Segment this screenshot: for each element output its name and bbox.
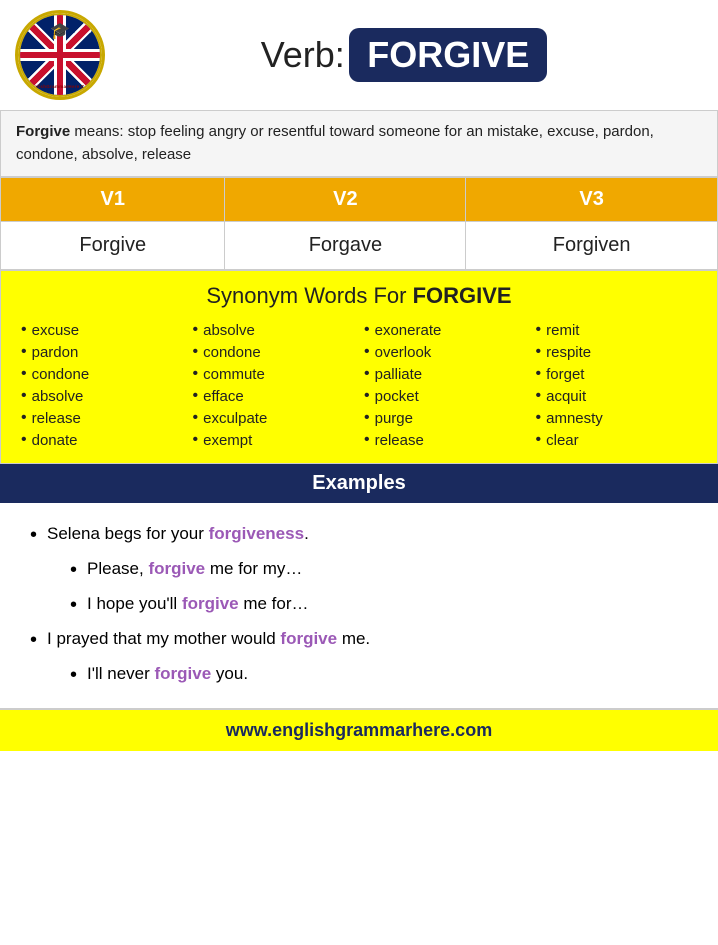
- bullet-icon: •: [70, 559, 77, 582]
- bullet-icon: •: [193, 431, 199, 449]
- col-header-v3: V3: [466, 178, 718, 222]
- bullet-icon: •: [364, 321, 370, 339]
- footer-url: www.englishgrammarhere.com: [226, 720, 492, 740]
- list-item: •pardon: [21, 341, 183, 363]
- logo: 🎓 EnglishGrammarHere.Com: [15, 10, 105, 100]
- synonym-col-4: •remit •respite •forget •acquit •amnesty…: [531, 319, 703, 451]
- bullet-icon: •: [21, 343, 27, 361]
- synonym-grid: •excuse •pardon •condone •absolve •relea…: [16, 319, 702, 451]
- example-text-5: I'll never forgive you.: [87, 664, 248, 684]
- bullet-icon: •: [70, 594, 77, 617]
- col-header-v2: V2: [225, 178, 466, 222]
- list-item: •pocket: [364, 385, 526, 407]
- bullet-icon: •: [70, 664, 77, 687]
- verb-word: FORGIVE: [349, 28, 547, 82]
- example-text-3: I hope you'll forgive me for…: [87, 594, 309, 614]
- bullet-icon: •: [21, 387, 27, 405]
- bullet-icon: •: [193, 321, 199, 339]
- examples-body: • Selena begs for your forgiveness. • Pl…: [0, 503, 718, 708]
- bullet-icon: •: [193, 409, 199, 427]
- bullet-icon: •: [364, 431, 370, 449]
- bullet-icon: •: [536, 321, 542, 339]
- list-item: •exempt: [193, 429, 355, 451]
- example-text-4: I prayed that my mother would forgive me…: [47, 629, 370, 649]
- list-item: •exculpate: [193, 407, 355, 429]
- synonym-title: Synonym Words For FORGIVE: [16, 283, 702, 309]
- bullet-icon: •: [364, 343, 370, 361]
- page-title: Verb: FORGIVE: [105, 28, 703, 82]
- bullet-icon: •: [193, 387, 199, 405]
- bullet-icon: •: [21, 409, 27, 427]
- col-header-v1: V1: [1, 178, 225, 222]
- header-section: 🎓 EnglishGrammarHere.Com Verb: FORGIVE: [0, 0, 718, 110]
- bullet-icon: •: [30, 629, 37, 652]
- list-item: •palliate: [364, 363, 526, 385]
- bullet-icon: •: [21, 321, 27, 339]
- verb-label: Verb:: [261, 34, 345, 75]
- form-v2: Forgave: [225, 222, 466, 270]
- bullet-icon: •: [21, 431, 27, 449]
- bullet-icon: •: [21, 365, 27, 383]
- list-item: •efface: [193, 385, 355, 407]
- examples-header: Examples: [0, 464, 718, 503]
- footer: www.englishgrammarhere.com: [0, 708, 718, 751]
- bullet-icon: •: [193, 343, 199, 361]
- conjugation-table: V1 V2 V3 Forgive Forgave Forgiven: [0, 177, 718, 270]
- synonym-section: Synonym Words For FORGIVE •excuse •pardo…: [0, 270, 718, 464]
- synonym-col-2: •absolve •condone •commute •efface •excu…: [188, 319, 360, 451]
- list-item: •absolve: [193, 319, 355, 341]
- bullet-icon: •: [364, 387, 370, 405]
- bullet-icon: •: [364, 409, 370, 427]
- bullet-icon: •: [30, 524, 37, 547]
- list-item: •release: [21, 407, 183, 429]
- definition-text: means: stop feeling angry or resentful t…: [16, 123, 654, 163]
- definition-box: Forgive means: stop feeling angry or res…: [0, 110, 718, 177]
- list-item: •overlook: [364, 341, 526, 363]
- list-item: •donate: [21, 429, 183, 451]
- bullet-icon: •: [536, 409, 542, 427]
- list-item: •commute: [193, 363, 355, 385]
- synonym-title-bold: FORGIVE: [413, 283, 512, 308]
- list-item: •condone: [21, 363, 183, 385]
- synonym-col-3: •exonerate •overlook •palliate •pocket •…: [359, 319, 531, 451]
- synonym-title-regular: Synonym Words For: [206, 283, 412, 308]
- list-item: •absolve: [21, 385, 183, 407]
- list-item: •exonerate: [364, 319, 526, 341]
- list-item: •excuse: [21, 319, 183, 341]
- example-text-2: Please, forgive me for my…: [87, 559, 302, 579]
- list-item: •respite: [536, 341, 698, 363]
- bullet-icon: •: [536, 365, 542, 383]
- list-item: •condone: [193, 341, 355, 363]
- list-item: •release: [364, 429, 526, 451]
- bullet-icon: •: [536, 431, 542, 449]
- bullet-icon: •: [536, 387, 542, 405]
- form-v3: Forgiven: [466, 222, 718, 270]
- example-text-1: Selena begs for your forgiveness.: [47, 524, 309, 544]
- list-item: •purge: [364, 407, 526, 429]
- list-item: •amnesty: [536, 407, 698, 429]
- examples-section: Examples • Selena begs for your forgiven…: [0, 464, 718, 708]
- form-v1: Forgive: [1, 222, 225, 270]
- definition-bold-word: Forgive: [16, 123, 70, 140]
- bullet-icon: •: [364, 365, 370, 383]
- list-item: •clear: [536, 429, 698, 451]
- list-item: •remit: [536, 319, 698, 341]
- list-item: •acquit: [536, 385, 698, 407]
- bullet-icon: •: [536, 343, 542, 361]
- synonym-col-1: •excuse •pardon •condone •absolve •relea…: [16, 319, 188, 451]
- bullet-icon: •: [193, 365, 199, 383]
- list-item: •forget: [536, 363, 698, 385]
